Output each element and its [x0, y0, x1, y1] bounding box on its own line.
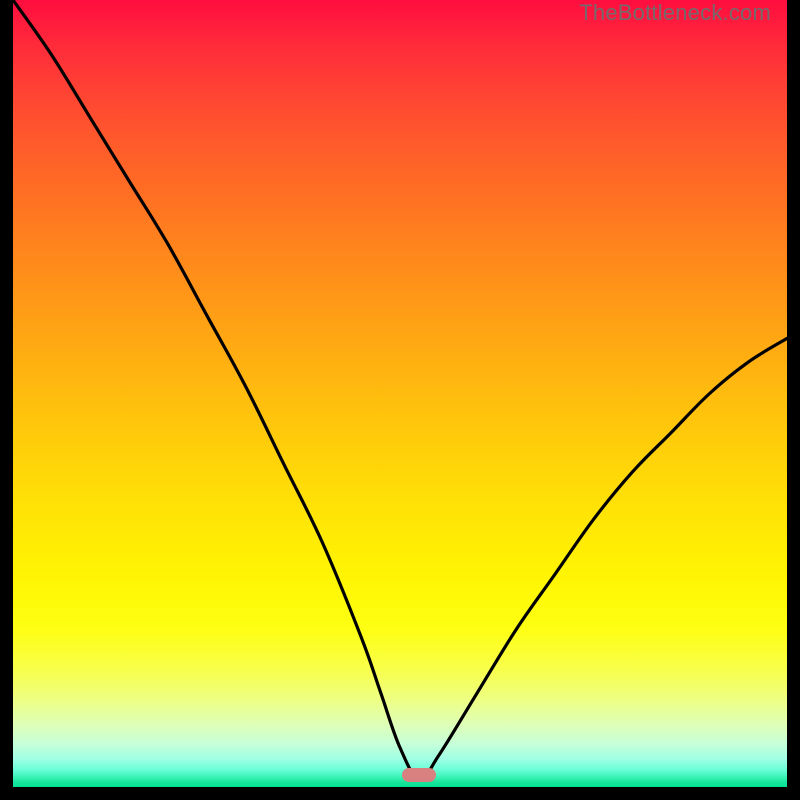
watermark-text: TheBottleneck.com	[579, 0, 771, 26]
chart-frame: TheBottleneck.com	[13, 0, 787, 787]
optimal-point-marker	[402, 768, 436, 782]
gradient-background	[13, 0, 787, 787]
